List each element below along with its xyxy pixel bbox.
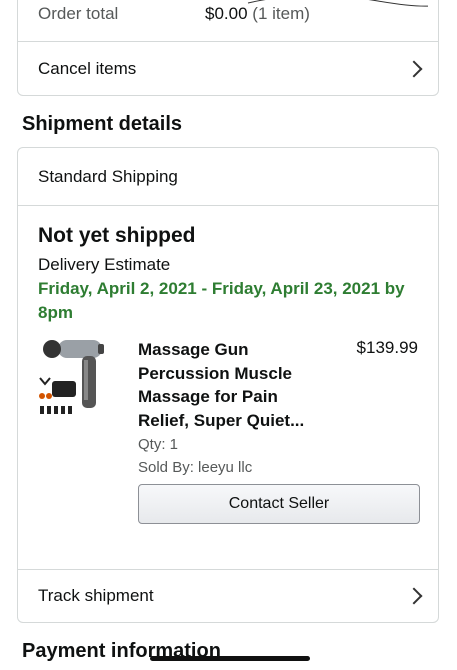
chevron-right-icon bbox=[405, 60, 423, 78]
shipment-details-title: Shipment details bbox=[22, 113, 183, 135]
product-title[interactable]: Massage Gun Percussion Muscle Massage fo… bbox=[138, 338, 328, 432]
order-total-label: Order total bbox=[38, 4, 119, 23]
track-shipment-label: Track shipment bbox=[38, 586, 154, 605]
strike-scribble bbox=[247, 0, 428, 7]
track-shipment-row[interactable]: Track shipment bbox=[18, 570, 438, 622]
shipping-method-row: Standard Shipping bbox=[18, 148, 438, 205]
shipment-status: Not yet shipped bbox=[38, 224, 196, 247]
shipping-method: Standard Shipping bbox=[38, 166, 178, 186]
delivery-estimate-dates: Friday, April 2, 2021 - Friday, April 23… bbox=[38, 279, 405, 322]
product-qty: Qty: 1 bbox=[138, 436, 179, 453]
home-indicator bbox=[150, 656, 310, 661]
contact-seller-button[interactable]: Contact Seller bbox=[138, 484, 420, 524]
cancel-items-label: Cancel items bbox=[38, 59, 137, 78]
chevron-right-icon bbox=[405, 587, 423, 605]
divider bbox=[18, 205, 438, 206]
delivery-estimate-label: Delivery Estimate bbox=[38, 255, 171, 274]
product-price: $139.99 bbox=[356, 338, 418, 357]
order-total-row: Order total $0.00 (1 item) bbox=[18, 0, 438, 41]
shipment-card: Standard Shipping Not yet shipped Delive… bbox=[17, 147, 439, 623]
product-image[interactable] bbox=[38, 336, 113, 426]
cancel-items-row[interactable]: Cancel items bbox=[18, 42, 438, 96]
order-summary-card: Order total $0.00 (1 item) Cancel items bbox=[17, 0, 439, 96]
product-sold-by: Sold By: leeyu llc bbox=[138, 459, 253, 476]
